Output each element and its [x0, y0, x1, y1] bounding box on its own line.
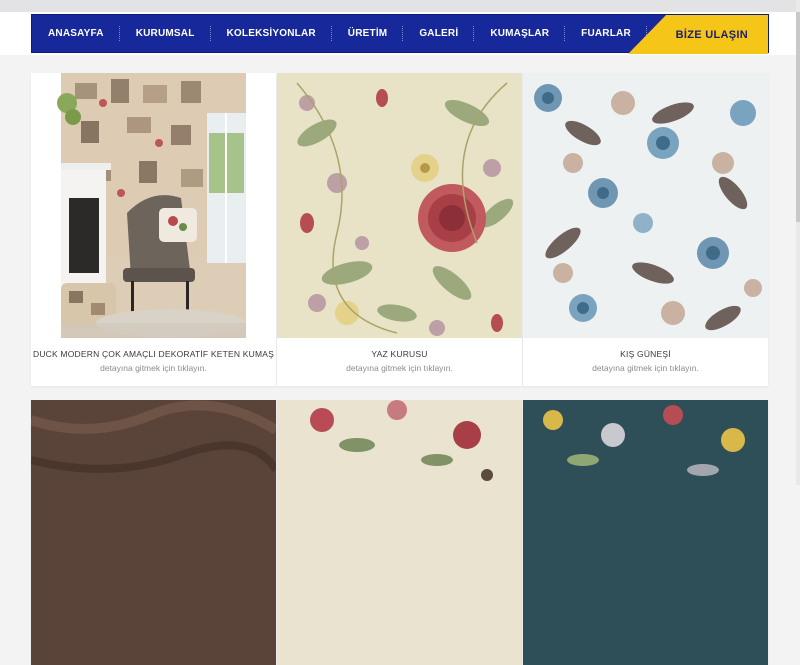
browser-top-strip — [0, 0, 800, 12]
nav-item-fuarlar[interactable]: FUARLAR — [565, 14, 647, 53]
nav-item-uretim[interactable]: ÜRETİM — [332, 14, 404, 53]
product-image-brown-fabric[interactable] — [31, 400, 276, 665]
contact-us-button[interactable]: BİZE ULAŞIN — [628, 15, 768, 54]
product-subtitle: detayına gitmek için tıklayın. — [592, 363, 699, 373]
product-subtitle: detayına gitmek için tıklayın. — [100, 363, 207, 373]
product-image-kis-gunesi[interactable] — [523, 73, 768, 338]
scrollbar-thumb[interactable] — [796, 12, 800, 222]
product-title[interactable]: KIŞ GÜNEŞİ — [523, 349, 768, 359]
product-image-duck-modern[interactable] — [31, 73, 276, 338]
product-image-floral-teal[interactable] — [523, 400, 768, 665]
nav-item-kumaslar[interactable]: KUMAŞLAR — [474, 14, 565, 53]
product-caption: KIŞ GÜNEŞİ detayına gitmek için tıklayın… — [523, 338, 768, 386]
product-card[interactable]: DUCK MODERN ÇOK AMAÇLI DEKORATİF KETEN K… — [31, 73, 276, 386]
nav-item-galeri[interactable]: GALERİ — [403, 14, 475, 53]
product-card[interactable] — [523, 400, 768, 665]
product-image-yaz-kurusu[interactable] — [277, 73, 522, 338]
nav-item-kurumsal[interactable]: KURUMSAL — [120, 14, 211, 53]
product-card[interactable] — [277, 400, 522, 665]
nav-item-anasayfa[interactable]: ANASAYFA — [32, 14, 120, 53]
main-navigation: ANASAYFA KURUMSAL KOLEKSİYONLAR ÜRETİM G… — [31, 14, 769, 54]
product-card[interactable] — [31, 400, 276, 665]
product-card[interactable]: KIŞ GÜNEŞİ detayına gitmek için tıklayın… — [523, 73, 768, 386]
nav-item-koleksiyonlar[interactable]: KOLEKSİYONLAR — [211, 14, 333, 53]
product-caption: YAZ KURUSU detayına gitmek için tıklayın… — [277, 338, 522, 386]
product-image-floral-cream[interactable] — [277, 400, 522, 665]
product-subtitle: detayına gitmek için tıklayın. — [346, 363, 453, 373]
product-caption: DUCK MODERN ÇOK AMAÇLI DEKORATİF KETEN K… — [31, 338, 276, 386]
product-title[interactable]: YAZ KURUSU — [277, 349, 522, 359]
product-card[interactable]: YAZ KURUSU detayına gitmek için tıklayın… — [277, 73, 522, 386]
product-title[interactable]: DUCK MODERN ÇOK AMAÇLI DEKORATİF KETEN K… — [31, 349, 276, 359]
